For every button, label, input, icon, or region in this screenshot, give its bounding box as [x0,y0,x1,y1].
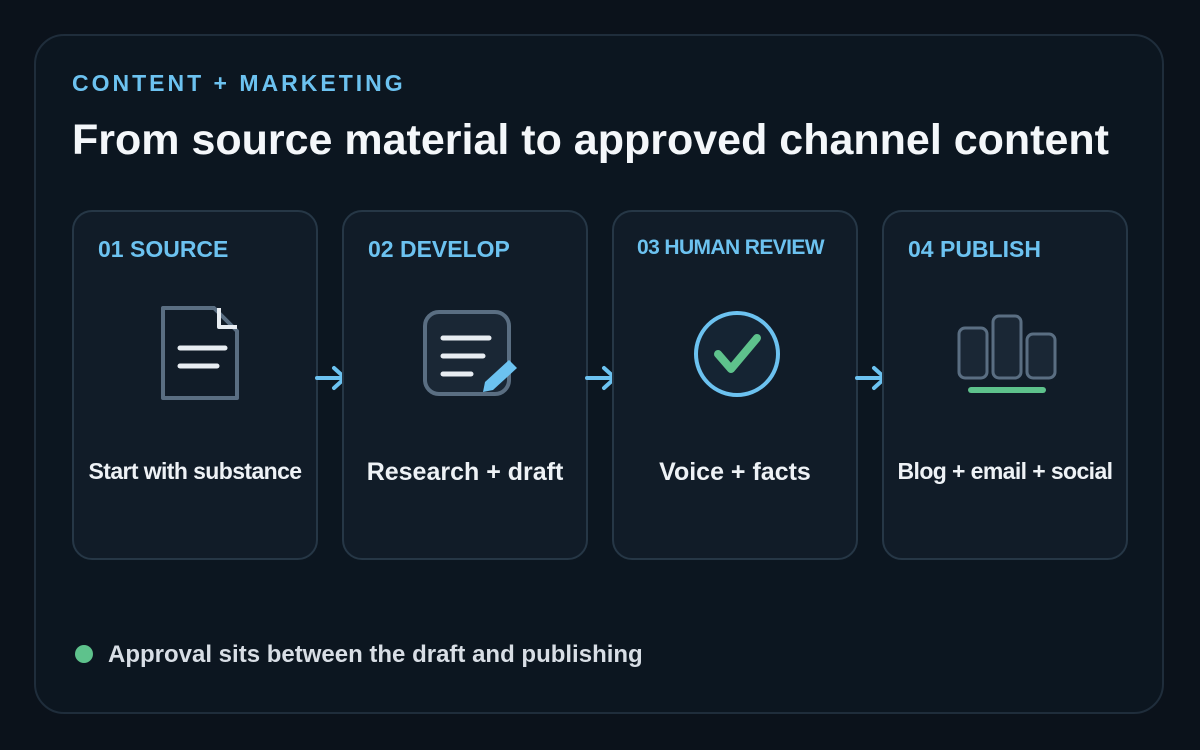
step-caption: Blog + email + social [897,458,1114,484]
step-label: 04 PUBLISH [908,236,1041,262]
step-card-publish: 04 PUBLISH Blog + email + social [882,210,1128,560]
check-circle-icon [687,304,787,404]
step-caption: Voice + facts [659,458,811,486]
step-label: 02 DEVELOP [368,236,510,262]
step-card-human-review: 03 HUMAN REVIEW Voice + facts [612,210,858,560]
page-title: From source material to approved channel… [72,116,1109,164]
step-label: 03 HUMAN REVIEW [637,236,825,259]
step-card-develop: 02 DEVELOP Research + draft [342,210,588,560]
edit-draft-icon [417,304,517,404]
legend-text: Approval sits between the draft and publ… [108,641,643,668]
step-label: 01 SOURCE [98,236,229,262]
legend-dot [75,645,93,663]
step-card-source: 01 SOURCE Start with substance [72,210,318,560]
eyebrow-label: CONTENT + MARKETING [72,70,406,96]
step-caption: Start with substance [88,458,303,484]
step-caption: Research + draft [366,458,564,486]
channels-icon [957,304,1057,404]
document-icon [147,304,247,404]
